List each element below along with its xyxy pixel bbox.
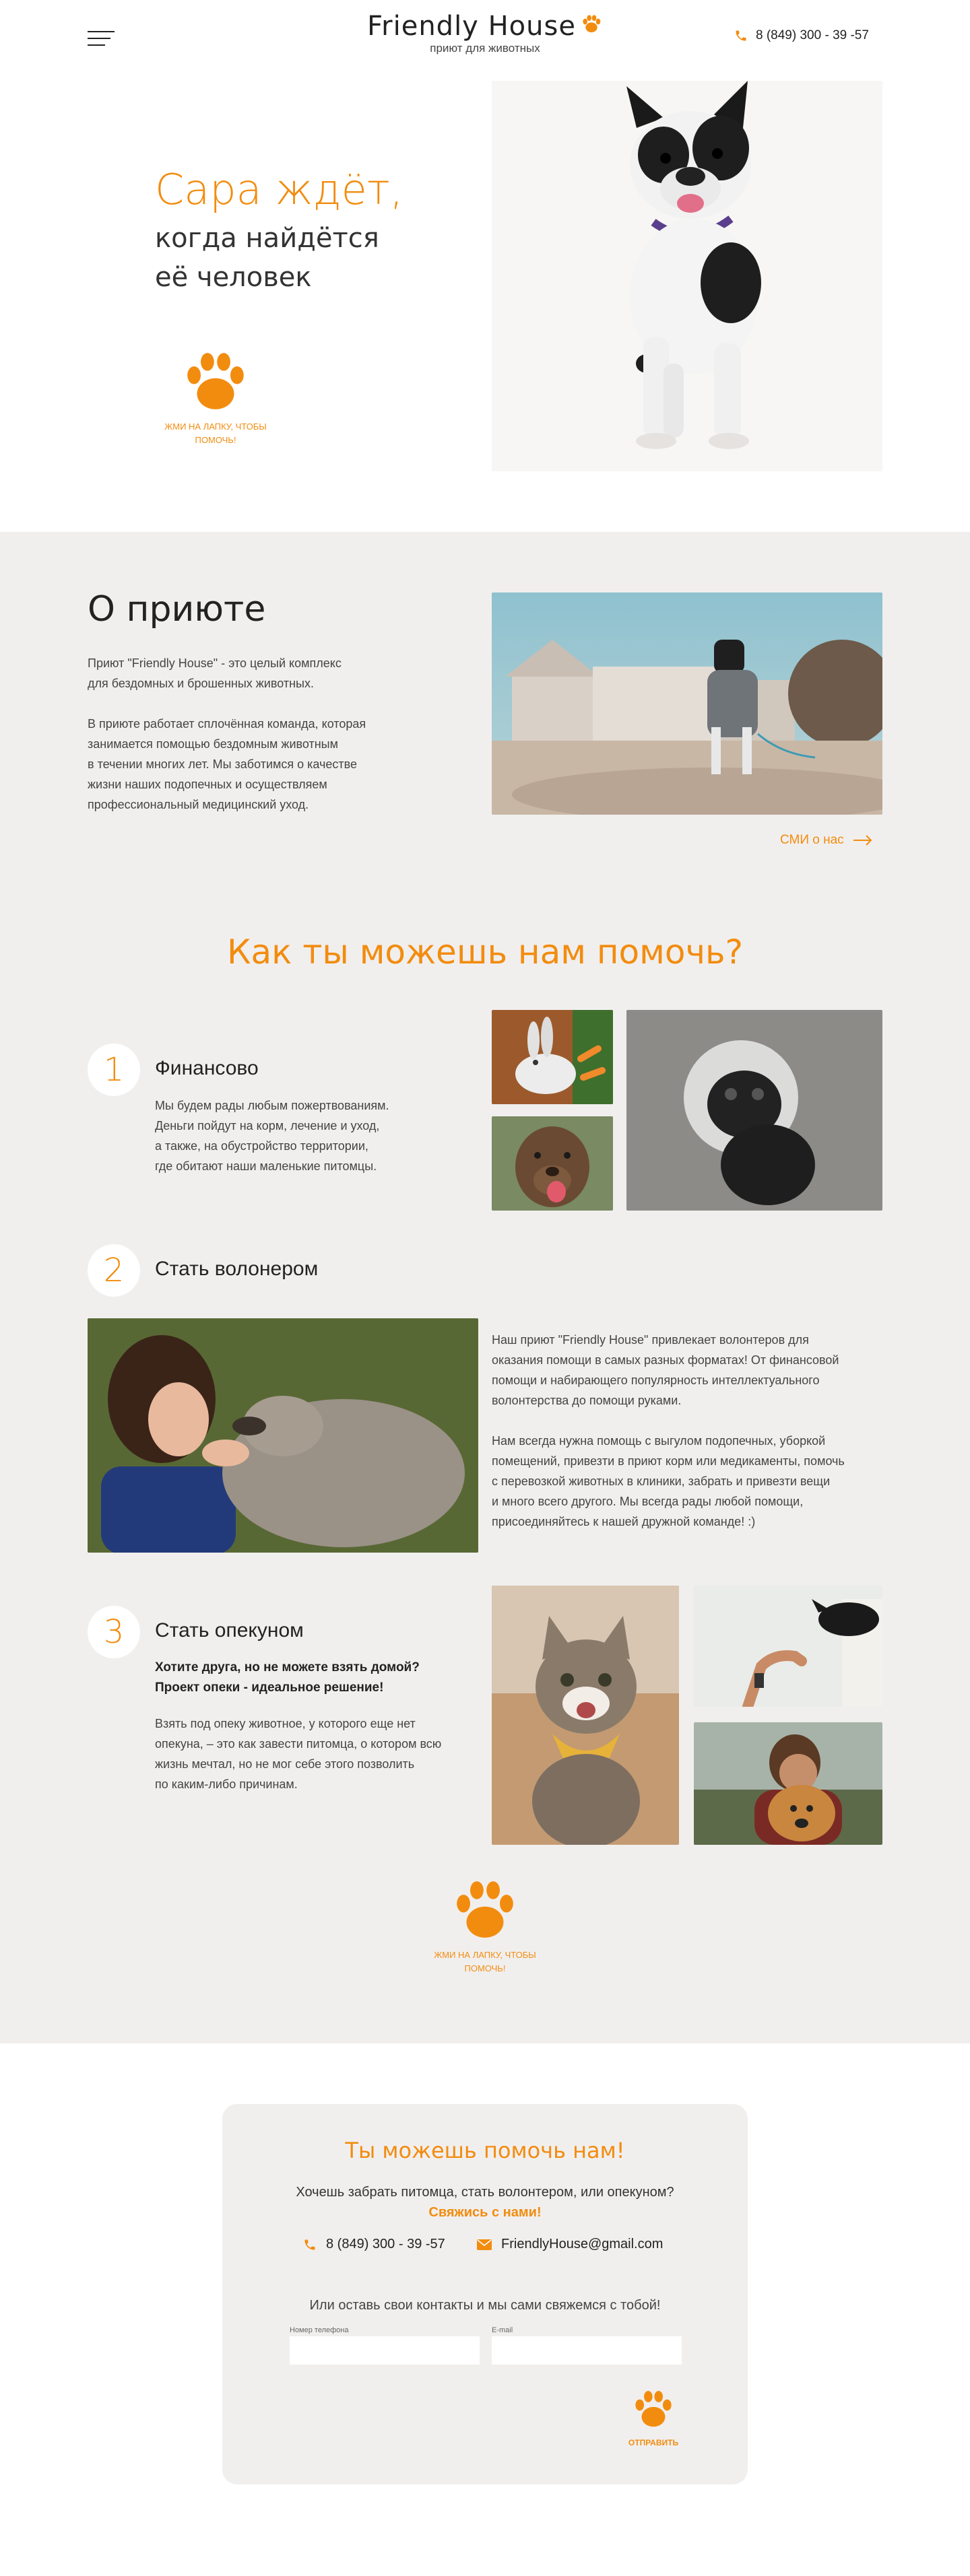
hero-subtitle: когда найдётся её человек bbox=[155, 219, 379, 297]
step-title: Финансово bbox=[155, 1057, 259, 1079]
contact-phone-text: 8 (849) 300 - 39 -57 bbox=[326, 2237, 445, 2251]
step-text-line: Нам всегда нужна помощь с выгулом подопе… bbox=[492, 1434, 826, 1448]
media-link-text: СМИ о нас bbox=[780, 833, 844, 847]
phone-icon bbox=[304, 2239, 315, 2249]
step-title: Стать волонером bbox=[155, 1258, 319, 1280]
step-text-line: помощи и набирающего популярность интелл… bbox=[492, 1374, 820, 1387]
header-phone-text: 8 (849) 300 - 39 -57 bbox=[756, 28, 869, 42]
cat-photo bbox=[492, 1586, 679, 1845]
about-text-line: В приюте работает сплочённая команда, ко… bbox=[88, 717, 366, 731]
phone-field-label: Номер телефона bbox=[290, 2326, 349, 2334]
phone-field-group: Номер телефона bbox=[290, 2326, 480, 2365]
step-text-line: Мы будем рады любым пожертвованиям. bbox=[155, 1099, 389, 1112]
about-text-line: в течении многих лет. Мы заботимся о кач… bbox=[88, 757, 358, 771]
contact-leave-text: Или оставь свои контакты и мы сами свяже… bbox=[309, 2298, 661, 2313]
arrow-right-icon bbox=[853, 835, 872, 846]
step-bold-line: Хотите друга, но не можете взять домой? bbox=[155, 1660, 420, 1674]
step-bold-line: Проект опеки - идеальное решение! bbox=[155, 1681, 384, 1695]
step-text-line: волонтерства до помощи руками. bbox=[492, 1394, 682, 1407]
about-text-line: Приют "Friendly House" - это целый компл… bbox=[88, 656, 342, 670]
email-field[interactable] bbox=[492, 2336, 682, 2365]
about-text: Приют "Friendly House" - это целый компл… bbox=[88, 653, 404, 815]
bulldog-town-photo bbox=[492, 592, 882, 815]
step-number: 1 bbox=[88, 1044, 140, 1096]
contact-link[interactable]: Свяжись с нами! bbox=[222, 2205, 748, 2221]
phone-icon bbox=[736, 30, 746, 41]
logo[interactable]: Friendly House приют для животных bbox=[364, 11, 606, 55]
step-text: Наш приют "Friendly House" привлекает во… bbox=[492, 1330, 896, 1532]
step-text-line: Деньги пойдут на корм, лечение и уход, bbox=[155, 1119, 380, 1132]
hero-dog-photo bbox=[492, 81, 882, 471]
about-title: О приюте bbox=[88, 589, 266, 630]
contact-phone[interactable]: 8 (849) 300 - 39 -57 bbox=[303, 2237, 445, 2252]
hand-cat-photo bbox=[694, 1586, 882, 1707]
step-title: Стать опекуном bbox=[155, 1619, 304, 1641]
rabbit-photo bbox=[492, 1010, 613, 1104]
contact-email-text: FriendlyHouse@gmail.com bbox=[501, 2237, 664, 2251]
help-paw-button[interactable]: ЖМИ НА ЛАПКУ, ЧТОБЫ ПОМОЧЬ! bbox=[421, 1875, 549, 1975]
email-field-label: E-mail bbox=[492, 2326, 513, 2334]
hamburger-line bbox=[88, 44, 105, 46]
header-phone[interactable]: 8 (849) 300 - 39 -57 bbox=[734, 28, 869, 43]
paw-label-line: ЖМИ НА ЛАПКУ, ЧТОБЫ bbox=[164, 421, 267, 432]
paw-label-line: ПОМОЧЬ! bbox=[464, 1963, 506, 1973]
french-bulldog-illustration bbox=[492, 81, 882, 471]
step-text-line: опекуна, – это как завести питомца, о ко… bbox=[155, 1737, 442, 1751]
step-text: Взять под опеку животное, у которого еще… bbox=[155, 1714, 441, 1794]
step-text: Мы будем рады любым пожертвованиям. День… bbox=[155, 1095, 389, 1176]
hero-paw-button[interactable]: ЖМИ НА ЛАПКУ, ЧТОБЫ ПОМОЧЬ! bbox=[152, 347, 280, 447]
about-text-line: занимается помощью бездомным животным bbox=[88, 737, 338, 751]
about-text-line: профессиональный медицинский уход. bbox=[88, 798, 309, 811]
paw-logo-icon bbox=[583, 15, 601, 32]
paw-label: ЖМИ НА ЛАПКУ, ЧТОБЫ ПОМОЧЬ! bbox=[152, 420, 280, 447]
step-number: 2 bbox=[88, 1244, 140, 1297]
step-text-line: где обитают наши маленькие питомцы. bbox=[155, 1159, 377, 1173]
email-field-group: E-mail bbox=[492, 2326, 682, 2365]
paw-icon bbox=[635, 2391, 672, 2427]
pug-cone-photo bbox=[626, 1010, 882, 1211]
step-text-line: и много всего другого. Мы всегда рады лю… bbox=[492, 1495, 804, 1508]
submit-label: ОТПРАВИТЬ bbox=[628, 2438, 679, 2447]
about-text-line: для бездомных и брошенных животных. bbox=[88, 677, 314, 690]
step-text-line: с перевозкой животных в клиники, забрать… bbox=[492, 1475, 831, 1488]
paw-label: ЖМИ НА ЛАПКУ, ЧТОБЫ ПОМОЧЬ! bbox=[421, 1948, 549, 1975]
step-text-line: присоединяйтесь к нашей дружной команде!… bbox=[492, 1515, 756, 1528]
mail-icon bbox=[477, 2239, 492, 2250]
about-text-line: жизни наших подопечных и осуществляем bbox=[88, 778, 327, 791]
media-link[interactable]: СМИ о нас bbox=[780, 833, 872, 848]
hamburger-line bbox=[88, 38, 110, 39]
contact-title: Ты можешь помочь нам! bbox=[345, 2138, 625, 2163]
phone-field[interactable] bbox=[290, 2336, 480, 2365]
contact-question: Хочешь забрать питомца, стать волонтером… bbox=[296, 2185, 674, 2200]
help-title: Как ты можешь нам помочь? bbox=[226, 933, 744, 972]
man-dog-photo bbox=[694, 1722, 882, 1845]
hero-subtitle-line: когда найдётся bbox=[155, 223, 379, 254]
paw-icon bbox=[187, 353, 244, 409]
step-text-line: Наш приют "Friendly House" привлекает во… bbox=[492, 1333, 809, 1347]
step-bold-text: Хотите друга, но не можете взять домой? … bbox=[155, 1658, 420, 1698]
hamburger-icon bbox=[88, 31, 115, 32]
step-number: 3 bbox=[88, 1606, 140, 1658]
about-photo bbox=[492, 592, 882, 815]
dog-licking-photo bbox=[492, 1116, 613, 1211]
girl-dog-photo bbox=[88, 1318, 478, 1553]
step-text-line: жизнь мечтал, но не мог себе этого позво… bbox=[155, 1757, 415, 1771]
contact-email[interactable]: FriendlyHouse@gmail.com bbox=[477, 2237, 663, 2252]
step-text-line: по каким-либо причинам. bbox=[155, 1777, 298, 1791]
paw-label-line: ЖМИ НА ЛАПКУ, ЧТОБЫ bbox=[434, 1950, 536, 1960]
menu-button[interactable] bbox=[88, 31, 115, 48]
step-text-line: Взять под опеку животное, у которого еще… bbox=[155, 1717, 416, 1730]
paw-label-line: ПОМОЧЬ! bbox=[195, 435, 236, 445]
paw-icon bbox=[457, 1881, 513, 1938]
step-text-line: помещений, привезти в приют корм или мед… bbox=[492, 1454, 845, 1468]
logo-title: Friendly House bbox=[367, 11, 576, 42]
logo-subtitle: приют для животных bbox=[430, 42, 540, 55]
hero-subtitle-line: её человек bbox=[155, 262, 312, 293]
step-text-line: а также, на обустройство территории, bbox=[155, 1139, 368, 1153]
step-text-line: оказания помощи в самых разных форматах!… bbox=[492, 1353, 839, 1367]
submit-button[interactable]: ОТПРАВИТЬ bbox=[620, 2387, 687, 2449]
hero-title: Сара ждёт, bbox=[155, 165, 403, 214]
